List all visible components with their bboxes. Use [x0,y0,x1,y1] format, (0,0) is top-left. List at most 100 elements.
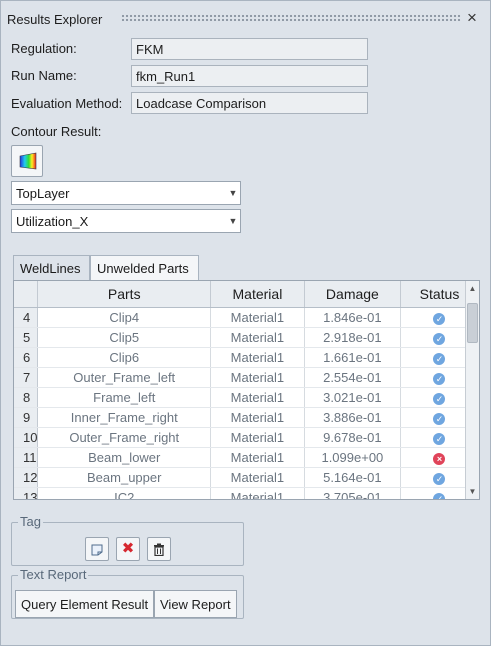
tag-group-title: Tag [18,514,43,529]
run-name-field: fkm_Run1 [131,65,368,87]
utilization-select[interactable]: Utilization_X ▼ [11,209,241,233]
scroll-up-icon[interactable]: ▲ [466,282,479,295]
row-number-cell: 5 [14,327,39,348]
damage-cell: 2.918e-01 [304,327,401,348]
part-cell: Beam_lower [37,447,212,468]
part-cell: Beam_upper [37,467,212,488]
material-cell: Material1 [210,487,305,499]
table-row[interactable]: 4 Clip4 Material1 1.846e-01 ✓ [14,307,479,328]
material-cell: Material1 [210,447,305,468]
column-header-parts[interactable]: Parts [37,281,212,308]
tab-unwelded-parts[interactable]: Unwelded Parts [90,255,199,281]
utilization-select-value: Utilization_X [16,214,89,229]
material-cell: Material1 [210,367,305,388]
row-number-cell: 9 [14,407,39,428]
view-report-button[interactable]: View Report [154,590,237,618]
status-error-icon: × [433,452,446,465]
evaluation-method-label: Evaluation Method: [11,96,123,111]
column-header-rownum[interactable] [14,281,39,308]
close-icon[interactable]: × [467,9,477,27]
table-scrollbar[interactable]: ▲ ▼ [465,281,479,499]
title-bar[interactable]: Results Explorer × [1,1,490,31]
chevron-down-icon: ▼ [228,188,238,198]
part-cell: Inner_Frame_right [37,407,212,428]
text-report-group-title: Text Report [18,567,89,582]
row-number-cell: 8 [14,387,39,408]
scrollbar-thumb[interactable] [467,303,478,343]
part-cell: IC2 [37,487,212,499]
trash-icon [154,543,164,557]
material-cell: Material1 [210,387,305,408]
panel-title: Results Explorer [7,12,103,27]
damage-cell: 1.846e-01 [304,307,401,328]
tag-button[interactable] [85,537,109,561]
row-number-cell: 12 [14,467,39,488]
status-ok-icon: ✓ [433,332,446,345]
contour-button[interactable] [11,145,43,177]
table-row[interactable]: 7 Outer_Frame_left Material1 2.554e-01 ✓ [14,367,479,388]
status-ok-icon: ✓ [433,412,446,425]
row-number-cell: 7 [14,367,39,388]
damage-cell: 2.554e-01 [304,367,401,388]
status-ok-icon: ✓ [433,492,446,499]
damage-cell: 3.021e-01 [304,387,401,408]
scroll-down-icon[interactable]: ▼ [466,485,479,498]
contour-rainbow-icon [19,152,37,170]
table-row[interactable]: 5 Clip5 Material1 2.918e-01 ✓ [14,327,479,348]
part-cell: Clip6 [37,347,212,368]
row-number-cell: 11 [14,447,39,468]
table-row[interactable]: 11 Beam_lower Material1 1.099e+00 × [14,447,479,468]
delete-tag-button[interactable]: ✖ [116,537,140,561]
tab-weldlines[interactable]: WeldLines [13,255,90,281]
status-ok-icon: ✓ [433,392,446,405]
run-name-label: Run Name: [11,68,77,83]
material-cell: Material1 [210,307,305,328]
row-number-cell: 4 [14,307,39,328]
layer-select[interactable]: TopLayer ▼ [11,181,241,205]
material-cell: Material1 [210,467,305,488]
part-cell: Outer_Frame_right [37,427,212,448]
damage-cell: 3.705e-01 [304,487,401,499]
table-row[interactable]: 6 Clip6 Material1 1.661e-01 ✓ [14,347,479,368]
row-number-cell: 10 [14,427,39,448]
unwelded-parts-table: Parts Material Damage Status 4 Clip4 Mater… [13,280,480,500]
material-cell: Material1 [210,327,305,348]
evaluation-method-field: Loadcase Comparison [131,92,368,114]
results-explorer-panel: Results Explorer × Regulation: FKM Run N… [0,0,491,646]
status-ok-icon: ✓ [433,352,446,365]
regulation-field: FKM [131,38,368,60]
material-cell: Material1 [210,427,305,448]
material-cell: Material1 [210,347,305,368]
damage-cell: 9.678e-01 [304,427,401,448]
layer-select-value: TopLayer [16,186,70,201]
status-ok-icon: ✓ [433,312,446,325]
status-ok-icon: ✓ [433,372,446,385]
table-row[interactable]: 12 Beam_upper Material1 5.164e-01 ✓ [14,467,479,488]
column-header-material[interactable]: Material [210,281,305,308]
status-ok-icon: ✓ [433,472,446,485]
chevron-down-icon: ▼ [228,216,238,226]
column-header-damage[interactable]: Damage [304,281,401,308]
table-row[interactable]: 9 Inner_Frame_right Material1 3.886e-01 ✓ [14,407,479,428]
damage-cell: 5.164e-01 [304,467,401,488]
table-row[interactable]: 10 Outer_Frame_right Material1 9.678e-01 ✓ [14,427,479,448]
part-cell: Clip4 [37,307,212,328]
contour-result-label: Contour Result: [11,124,102,139]
material-cell: Material1 [210,407,305,428]
part-cell: Frame_left [37,387,212,408]
query-element-result-button[interactable]: Query Element Result [15,590,155,618]
drag-grip-icon[interactable] [121,14,461,21]
row-number-cell: 13 [14,487,39,499]
damage-cell: 1.099e+00 [304,447,401,468]
delete-icon: ✖ [121,540,135,557]
damage-cell: 3.886e-01 [304,407,401,428]
table-row[interactable]: 13 IC2 Material1 3.705e-01 ✓ [14,487,479,499]
table-row[interactable]: 8 Frame_left Material1 3.021e-01 ✓ [14,387,479,408]
table-header: Parts Material Damage Status [14,281,479,308]
damage-cell: 1.661e-01 [304,347,401,368]
tag-icon [91,544,103,556]
part-cell: Outer_Frame_left [37,367,212,388]
trash-button[interactable] [147,537,171,561]
part-cell: Clip5 [37,327,212,348]
tag-group: Tag ✖ [11,514,244,566]
